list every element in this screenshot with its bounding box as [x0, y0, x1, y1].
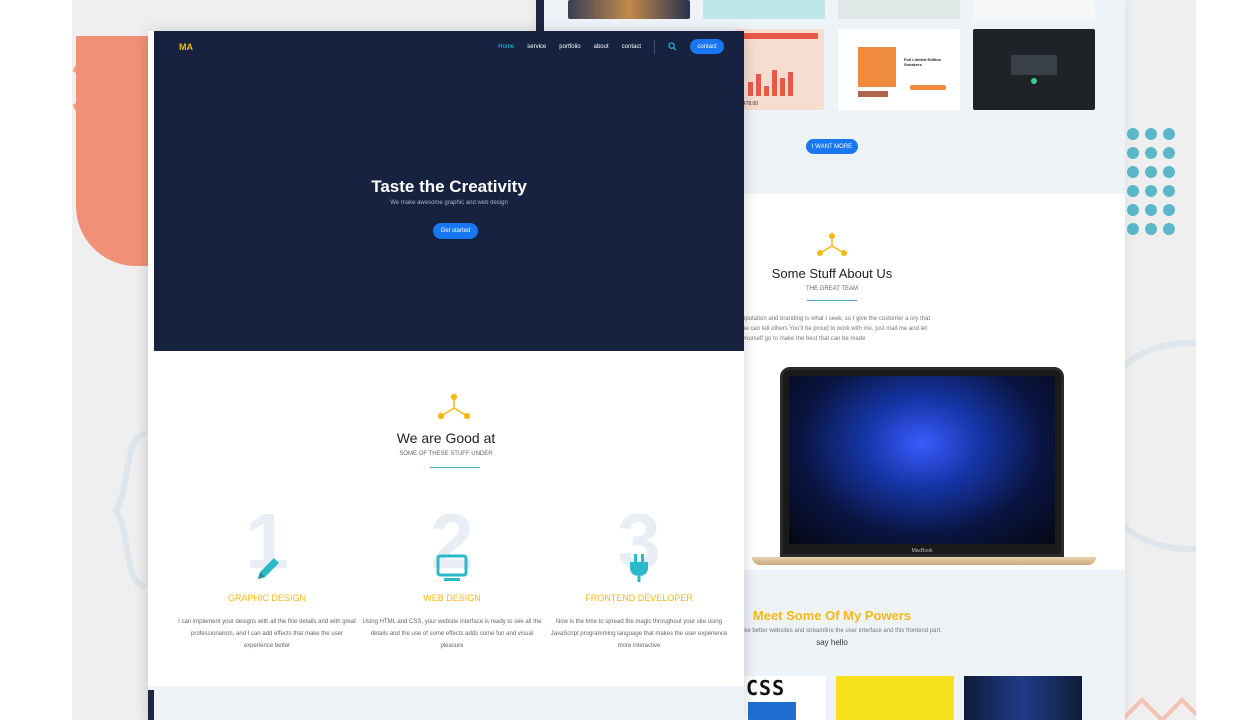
service-text: Using HTML and CSS, your website interfa…: [362, 619, 542, 649]
skill-card-person[interactable]: [964, 676, 1082, 720]
service-title: WEB DESIGN: [423, 593, 481, 603]
plug-icon: [630, 554, 648, 582]
about-title: Some Stuff About Us: [771, 266, 893, 281]
divider: [807, 300, 857, 301]
dots-decoration-icon: [1127, 128, 1175, 235]
site-logo[interactable]: MA: [179, 42, 193, 52]
nav-divider: [654, 39, 655, 54]
contact-button[interactable]: contact: [690, 39, 724, 54]
powers-title: Meet Some Of My Powers: [752, 608, 912, 623]
portfolio-thumb-chart[interactable]: $478.00: [736, 29, 824, 110]
good-at-title: We are Good at: [396, 430, 496, 446]
search-icon[interactable]: [668, 42, 677, 51]
thumb-bar: [780, 78, 785, 96]
thumb-buy: [910, 85, 946, 90]
skill-card-css[interactable]: CSS: [744, 676, 826, 720]
portfolio-thumb-product[interactable]: Full Limited Edition Sneakers: [838, 29, 960, 110]
portfolio-thumb[interactable]: [973, 0, 1095, 19]
thumb-bar: [772, 70, 777, 96]
network-icon: [437, 393, 471, 420]
thumb-bar: [748, 82, 753, 96]
divider: [430, 467, 480, 468]
service-title: GRAPHIC DESIGN: [227, 593, 306, 603]
nav-portfolio[interactable]: portfolio: [559, 44, 580, 50]
hero-subtitle: We make awesome graphic and web design: [390, 200, 508, 206]
next-section: [148, 686, 744, 720]
powers-subtitle: make better websites and streamline the …: [736, 628, 942, 634]
portfolio-thumb[interactable]: [568, 0, 690, 19]
hero-title: Taste the Creativity: [371, 177, 527, 196]
front-page-preview: MA Home service portfolio about contact …: [148, 31, 744, 720]
css-label: CSS: [746, 676, 786, 700]
zigzag-decoration-icon: [1122, 697, 1196, 720]
thumb-bar: [756, 74, 761, 96]
get-started-button[interactable]: Get started: [433, 223, 478, 239]
portfolio-thumb-dark[interactable]: [973, 29, 1095, 110]
thumb-product-title: Full Limited Edition Sneakers: [904, 57, 942, 67]
thumb-header: [742, 33, 818, 39]
thumb-card: [1011, 55, 1057, 75]
good-at-subtitle: SOME OF THESE STUFF UNDER: [399, 451, 493, 457]
portfolio-thumb[interactable]: [838, 0, 960, 19]
thumb-product-image: [858, 47, 896, 87]
laptop-base: [752, 557, 1096, 565]
laptop-image: MacBook: [780, 367, 1064, 557]
service-text: Now is the time to spread the magic thro…: [550, 619, 728, 649]
pencil-icon: [258, 558, 279, 579]
thumb-bar: [764, 86, 769, 96]
strip: [148, 690, 154, 720]
nav-about[interactable]: about: [594, 44, 609, 50]
thumb-bar: [788, 72, 793, 96]
nav-contact[interactable]: contact: [622, 44, 641, 50]
want-more-button[interactable]: I WANT MORE: [806, 139, 858, 154]
main-nav: Home service portfolio about contact con…: [498, 39, 724, 54]
css-shield-icon: [748, 702, 796, 720]
nav-service[interactable]: service: [527, 44, 546, 50]
portfolio-thumb[interactable]: [703, 0, 825, 19]
about-subtitle: THE GREAT TEAM: [805, 286, 858, 292]
thumb-swatches: [858, 91, 888, 97]
about-text: eputation and branding is what I seek, s…: [742, 316, 931, 342]
network-icon: [817, 233, 847, 256]
monitor-icon: [436, 554, 468, 581]
say-hello-link[interactable]: say hello: [786, 638, 878, 647]
hero-section: MA Home service portfolio about contact …: [154, 31, 744, 351]
laptop-label: MacBook: [911, 548, 933, 554]
service-title: FRONTEND DEVELOPER: [585, 593, 693, 603]
nav-home[interactable]: Home: [498, 44, 514, 50]
service-text: I can implement your designs with all th…: [178, 619, 356, 649]
skill-card-js[interactable]: [836, 676, 954, 720]
laptop-screen: [789, 376, 1055, 544]
thumb-dot: [1031, 78, 1037, 84]
